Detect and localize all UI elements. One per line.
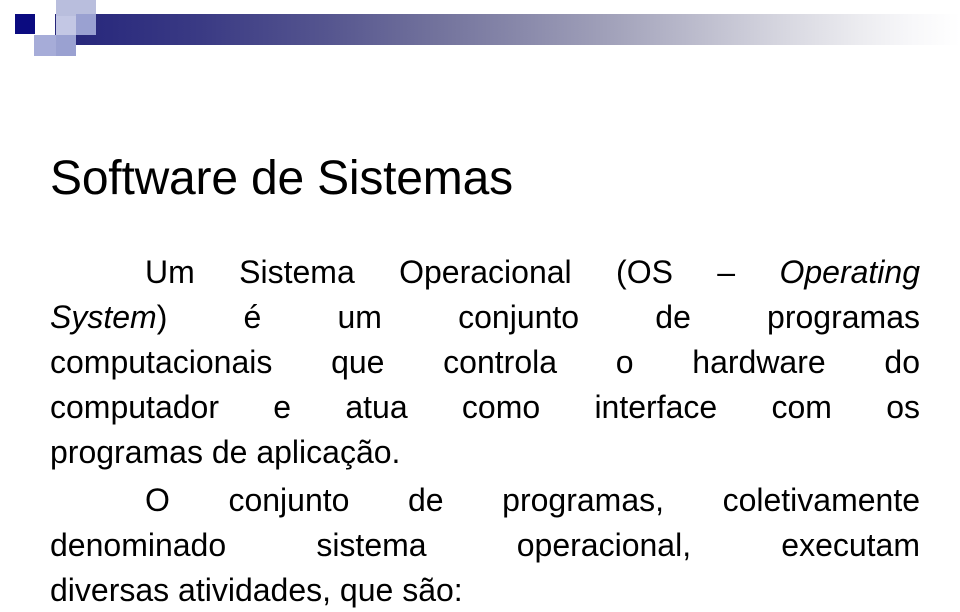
text-line: O conjunto de programas, coletivamente [50,478,920,523]
text-run: computacionais que controla o hardware d… [50,344,920,380]
deco-square-top-pale [56,0,76,16]
paragraph-2: O conjunto de programas, coletivamente de… [50,478,920,612]
text-run: – [717,254,736,290]
text-line: programas de aplicação. [50,430,920,475]
deco-square-bottom-lavender [34,56,56,73]
slide-body: Um Sistema Operacional (OS – Operating Sy… [50,250,920,612]
page-title: Software de Sistemas [50,152,513,206]
deco-square-lavender-right [76,14,96,35]
deco-square-lavender-lower-right [56,35,76,56]
emphasis-text: Operating [779,254,920,290]
text-run [735,254,779,290]
emphasis-text: System [50,299,157,335]
paragraph-1: Um Sistema Operacional (OS – Operating Sy… [50,250,920,475]
deco-square-light [56,16,76,35]
text-run: diversas atividades, que são: [50,572,463,608]
text-line: diversas atividades, que são: [50,568,920,612]
deco-square-lavender-lower-left [34,35,56,56]
text-run: ) é um conjunto de programas [156,299,920,335]
text-run: computador e atua como interface com os [50,389,920,425]
text-run: programas de aplicação. [50,434,401,470]
deco-square-top-right-pale [76,0,96,14]
slide: Software de Sistemas Um Sistema Operacio… [0,0,960,612]
text-run: O conjunto de programas, coletivamente [145,482,920,518]
text-line: denominado sistema operacional, executam [50,523,920,568]
deco-square-navy [14,13,36,35]
text-line: Um Sistema Operacional (OS – Operating [50,250,920,295]
header-decoration [0,0,960,75]
text-run: denominado sistema operacional, executam [50,527,920,563]
text-line: computador e atua como interface com os [50,385,920,430]
text-run: Um Sistema Operacional (OS [145,254,718,290]
text-line: computacionais que controla o hardware d… [50,340,920,385]
gradient-bar [55,14,960,45]
text-line: System) é um conjunto de programas [50,295,920,340]
